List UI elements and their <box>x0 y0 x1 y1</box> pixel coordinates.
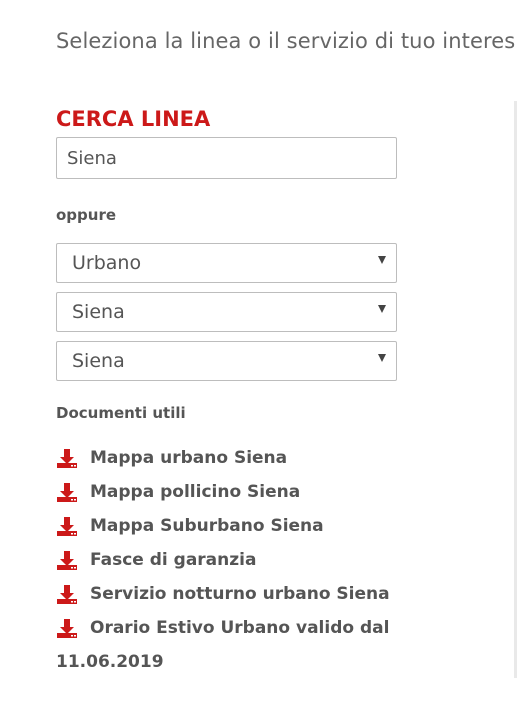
download-icon <box>57 517 77 536</box>
area-select[interactable]: Siena <box>56 292 397 332</box>
page: Seleziona la linea o il servizio di tuo … <box>0 0 531 713</box>
document-label: Mappa pollicino Siena <box>90 482 301 502</box>
document-link-orario-estivo-date[interactable]: 11.06.2019 <box>56 649 164 675</box>
select-value: Siena <box>72 350 125 372</box>
document-link-orario-estivo[interactable]: Orario Estivo Urbano valido dal <box>56 615 426 649</box>
search-line-input[interactable] <box>56 137 397 179</box>
search-heading: CERCA LINEA <box>56 107 211 131</box>
document-link-servizio-notturno[interactable]: Servizio notturno urbano Siena <box>56 581 426 615</box>
intro-text: Seleziona la linea o il servizio di tuo … <box>56 29 516 53</box>
download-icon <box>57 449 77 468</box>
documents-list: Mappa urbano Siena Mappa pollicino Siena… <box>56 445 426 649</box>
dropdown-arrow-icon <box>378 305 386 313</box>
download-icon <box>57 585 77 604</box>
right-divider <box>514 101 517 678</box>
or-label: oppure <box>56 206 117 224</box>
download-icon <box>57 551 77 570</box>
dropdown-arrow-icon <box>378 256 386 264</box>
documents-heading: Documenti utili <box>56 404 186 422</box>
select-value: Urbano <box>72 252 142 274</box>
document-label: Fasce di garanzia <box>90 550 257 570</box>
document-link-mappa-suburbano[interactable]: Mappa Suburbano Siena <box>56 513 426 547</box>
document-link-mappa-urbano[interactable]: Mappa urbano Siena <box>56 445 426 479</box>
service-type-select[interactable]: Urbano <box>56 243 397 283</box>
document-label: Orario Estivo Urbano valido dal <box>90 618 390 638</box>
document-label: Mappa urbano Siena <box>90 448 288 468</box>
download-icon <box>57 483 77 502</box>
download-icon <box>57 619 77 638</box>
line-select[interactable]: Siena <box>56 341 397 381</box>
document-label: Servizio notturno urbano Siena <box>90 584 390 604</box>
document-link-fasce-garanzia[interactable]: Fasce di garanzia <box>56 547 426 581</box>
document-link-mappa-pollicino[interactable]: Mappa pollicino Siena <box>56 479 426 513</box>
dropdown-arrow-icon <box>378 354 386 362</box>
document-label: Mappa Suburbano Siena <box>90 516 324 536</box>
select-value: Siena <box>72 301 125 323</box>
